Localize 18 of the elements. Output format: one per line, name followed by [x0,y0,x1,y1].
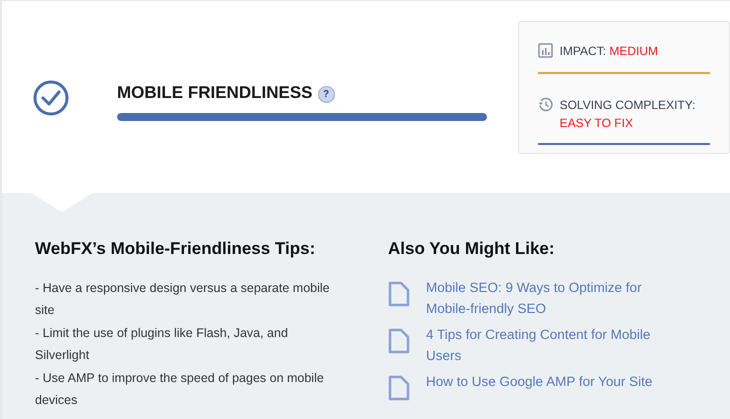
tips-heading: WebFX’s Mobile-Friendliness Tips: [35,239,316,259]
document-icon [388,281,410,307]
meta-text: IMPACT: MEDIUM [560,43,658,60]
tip-text: - Have a responsive design versus a separate mobile site [35,280,331,319]
help-button[interactable]: ? [318,86,335,103]
history-icon [538,97,553,112]
document-icon [388,375,410,401]
related-heading: Also You Might Like: [388,239,556,259]
article-link[interactable]: 4 Tips for Creating Content for Mobile Users [426,324,688,366]
section-title: MOBILE FRIENDLINESS [117,83,313,103]
tip-text: - Use AMP to improve the speed of pages on mobile devices [35,370,325,409]
checkmark-circle-icon [33,80,69,116]
tip-text: - Limit the use of plugins like Flash, Java, and Silverlight [35,325,289,364]
meta-text: SOLVING COMPLEXITY: EASY TO FIX [560,97,696,132]
article-link[interactable]: Mobile SEO: 9 Ways to Optimize for Mobile-friendly SEO [426,277,688,319]
article-link[interactable]: How to Use Google AMP for Your Site [426,371,652,392]
document-icon [388,328,410,354]
bar-chart-icon [538,43,553,58]
